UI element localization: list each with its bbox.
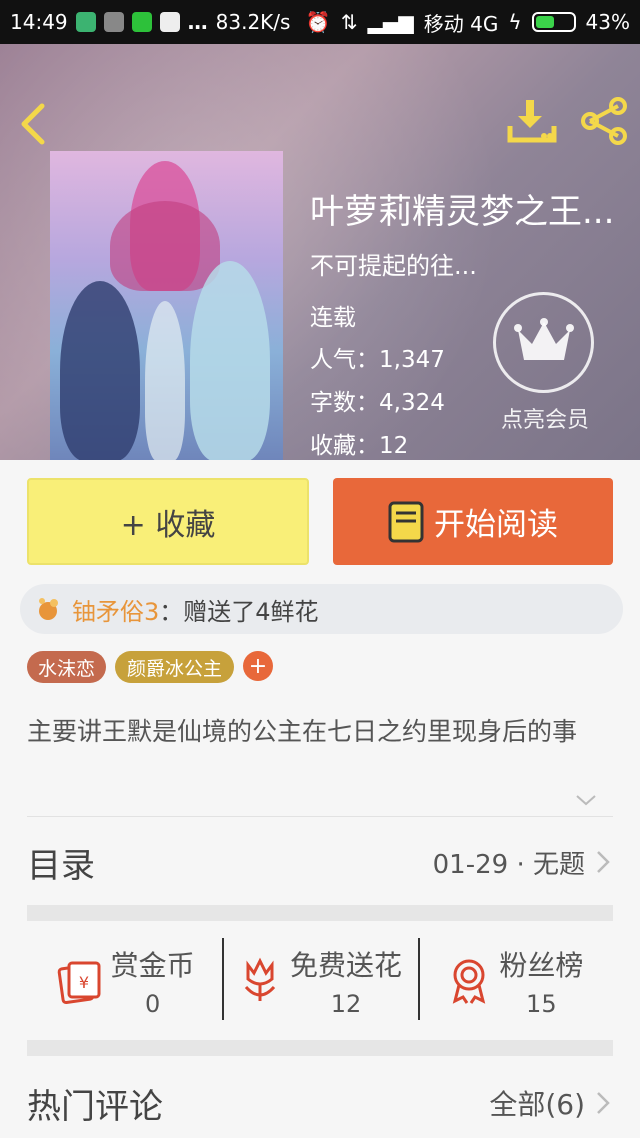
book-header: 叶萝莉精灵梦之王... 不可提起的往... 连载 人气：1,347 字数：4,3…: [0, 44, 640, 460]
fan-ranking-button[interactable]: 粉丝榜 15: [417, 938, 613, 1024]
favorites-label: 收藏：: [310, 433, 379, 459]
word-count-stat: 字数：4,324: [310, 383, 445, 417]
alarm-icon: ⏰: [305, 10, 331, 34]
gift-text: ：赠送了4鲜花: [159, 597, 319, 626]
red-envelope-icon: ¥: [57, 961, 101, 1005]
flower-gift-icon: [39, 598, 58, 620]
free-flowers-button[interactable]: 免费送花 12: [222, 938, 417, 1024]
book-description: 主要讲王默是仙境的公主在七日之约里现身后的事: [27, 717, 578, 746]
signal-icon: ▂▄▆: [367, 10, 414, 34]
tag-item[interactable]: 颜爵冰公主: [115, 651, 234, 683]
gift-user[interactable]: 铀矛俗3: [72, 592, 159, 627]
section-separator: [27, 1040, 613, 1056]
expand-description-button[interactable]: [574, 788, 598, 812]
svg-text:¥: ¥: [79, 973, 89, 992]
flower-icon: [244, 957, 276, 1001]
book-icon: [388, 501, 424, 542]
start-reading-button[interactable]: 开始阅读: [333, 478, 613, 565]
qq-icon: [159, 12, 180, 32]
book-title: 叶萝莉精灵梦之王...: [310, 192, 615, 232]
back-arrow-icon: [21, 103, 45, 145]
free-flowers-label: 免费送花: [289, 949, 402, 982]
popularity-stat: 人气：1,347: [310, 340, 445, 374]
latest-chapter: 01-29 · 无题: [432, 849, 585, 880]
book-cover-image[interactable]: [50, 151, 283, 460]
divider: [27, 816, 613, 817]
add-tag-button[interactable]: +: [243, 651, 273, 681]
wechat-icon: [131, 12, 152, 32]
section-separator: [27, 905, 613, 921]
security-app-icon: [75, 12, 96, 32]
chevron-right-icon: [597, 851, 610, 873]
carrier-label: 移动 4G: [423, 11, 499, 36]
word-count-label: 字数：: [310, 390, 379, 416]
battery-percent: 43%: [585, 10, 630, 34]
book-subtitle: 不可提起的往...: [310, 252, 477, 280]
toc-label: 目录: [27, 845, 95, 886]
fan-ranking-label: 粉丝榜: [499, 949, 584, 982]
add-favorite-button[interactable]: + 收藏: [27, 478, 309, 565]
back-button[interactable]: [14, 102, 54, 146]
table-of-contents-row[interactable]: 目录 01-29 · 无题: [27, 822, 613, 902]
chevron-right-icon: [597, 1092, 610, 1114]
start-reading-label: 开始阅读: [434, 507, 558, 543]
reward-coins-button[interactable]: ¥ 赏金币 0: [27, 938, 222, 1024]
network-speed: 83.2K/s: [215, 10, 291, 34]
serial-status: 连载: [310, 305, 356, 331]
hot-comments-title: 热门评论: [27, 1086, 163, 1127]
hot-comments-header: 热门评论 全部(6): [27, 1068, 613, 1138]
stats-bar: ¥ 赏金币 0 免费送花 12 粉丝榜 15: [27, 938, 613, 1024]
battery-icon: [531, 12, 576, 32]
data-transfer-icon: ⇅: [340, 10, 358, 34]
share-button[interactable]: [578, 96, 630, 146]
gift-notice[interactable]: 铀矛俗3 ：赠送了4鲜花: [20, 584, 623, 634]
more-notifications-icon: …: [187, 10, 208, 34]
popularity-value: 1,347: [379, 347, 445, 373]
reward-coins-label: 赏金币: [110, 949, 195, 982]
medal-icon: [453, 959, 486, 1004]
download-icon: [507, 100, 557, 143]
vip-label: 点亮会员: [500, 408, 589, 433]
share-icon: [581, 97, 627, 145]
word-count-value: 4,324: [379, 390, 445, 416]
app-notification-icon: [103, 12, 124, 32]
favorites-stat: 收藏：12: [310, 426, 408, 460]
chevron-down-icon: [576, 795, 596, 806]
download-button[interactable]: [506, 96, 558, 146]
favorites-value: 12: [379, 433, 409, 459]
status-time: 14:49: [10, 10, 68, 34]
free-flowers-value: 12: [330, 990, 362, 1018]
all-comments-label: 全部(6): [489, 1088, 585, 1121]
fan-ranking-value: 15: [526, 990, 557, 1018]
reward-coins-value: 0: [145, 990, 161, 1018]
all-comments-link[interactable]: 全部(6): [489, 1083, 613, 1123]
vip-button[interactable]: [493, 292, 594, 393]
status-bar: 14:49 … 83.2K/s ⏰ ⇅ ▂▄▆ 移动 4G ϟ 43%: [0, 0, 640, 44]
charging-icon: ϟ: [508, 10, 522, 34]
tag-item[interactable]: 水沫恋: [27, 651, 106, 683]
crown-icon: [513, 317, 574, 360]
popularity-label: 人气：: [310, 347, 379, 373]
